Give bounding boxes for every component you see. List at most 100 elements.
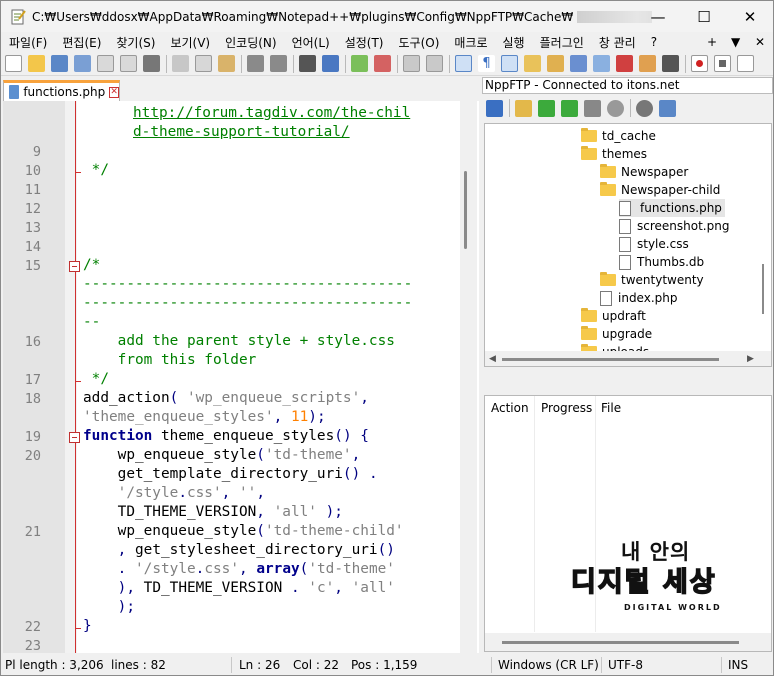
paste-icon[interactable] [218, 55, 235, 72]
replace-icon[interactable] [322, 55, 339, 72]
download-icon[interactable] [538, 99, 555, 117]
message-window-icon[interactable] [659, 99, 676, 117]
udl-icon[interactable] [524, 55, 541, 72]
menu-run[interactable]: 실행 [495, 34, 532, 51]
menu-macro[interactable]: 매크로 [446, 34, 494, 51]
open-directory-icon[interactable] [515, 99, 532, 117]
save-icon[interactable] [51, 55, 68, 72]
minimize-button[interactable]: — [635, 1, 681, 32]
status-length: Pl length : 3,206 [5, 658, 104, 672]
column-divider [534, 396, 535, 632]
open-file-icon[interactable] [28, 55, 45, 72]
code-line: add the parent style + style.css [83, 333, 395, 349]
status-encoding[interactable]: UTF-8 [608, 658, 643, 672]
menu-tools[interactable]: 도구(O) [391, 34, 447, 51]
tree-folder[interactable]: updraft [581, 307, 646, 325]
fold-end-marker [75, 381, 81, 382]
menu-help[interactable]: ? [643, 35, 664, 49]
menu-window[interactable]: 창 관리 [591, 34, 643, 51]
tab-close-icon[interactable]: ✕ [109, 86, 119, 98]
sync-horizontal-icon[interactable] [426, 55, 443, 72]
new-tab-plus-button[interactable]: + [707, 32, 717, 52]
tree-file[interactable]: Thumbs.db [619, 253, 704, 271]
save-all-icon[interactable] [74, 55, 91, 72]
tree-file[interactable]: functions.php [619, 199, 725, 217]
folder-workspace-icon[interactable] [593, 55, 610, 72]
menu-edit[interactable]: 편집(E) [54, 34, 108, 51]
close-document-button[interactable]: ✕ [755, 32, 765, 52]
fold-toggle-icon[interactable] [69, 432, 80, 443]
tree-file[interactable]: index.php [600, 289, 677, 307]
find-icon[interactable] [299, 55, 316, 72]
editor-vertical-scrollbar[interactable] [460, 101, 477, 653]
tree-scroll-thumb[interactable] [502, 358, 719, 361]
fold-toggle-icon[interactable] [69, 261, 80, 272]
tree-folder[interactable]: td_cache [581, 127, 656, 145]
abort-icon[interactable] [607, 99, 624, 117]
status-insert-mode[interactable]: INS [728, 658, 748, 672]
menu-encoding[interactable]: 인코딩(N) [217, 34, 283, 51]
queue-horizontal-scrollbar[interactable] [485, 633, 771, 651]
refresh-icon[interactable] [584, 99, 601, 117]
doc-list-icon[interactable] [639, 55, 656, 72]
close-all-icon[interactable] [120, 55, 137, 72]
tab-functions-php[interactable]: functions.php ✕ [3, 80, 120, 101]
settings-gear-icon[interactable] [636, 99, 653, 117]
eye-icon[interactable] [662, 55, 679, 72]
queue-header-file[interactable]: File [601, 401, 621, 415]
close-button[interactable]: ✕ [727, 1, 773, 32]
zoom-in-icon[interactable] [351, 55, 368, 72]
copy-icon[interactable] [195, 55, 212, 72]
menu-language[interactable]: 언어(L) [284, 34, 337, 51]
menu-file[interactable]: 파일(F) [1, 34, 54, 51]
tree-folder[interactable]: Newspaper [600, 163, 688, 181]
monitoring-icon[interactable] [616, 55, 633, 72]
tree-node-label: index.php [618, 291, 678, 305]
menu-settings[interactable]: 설정(T) [337, 34, 391, 51]
tree-vertical-scroll-thumb[interactable] [762, 264, 764, 314]
tree-folder[interactable]: upgrade [581, 325, 652, 343]
tree-file[interactable]: style.css [619, 235, 689, 253]
scroll-left-icon[interactable]: ◀ [489, 354, 496, 364]
tree-file[interactable]: screenshot.png [619, 217, 729, 235]
tree-horizontal-scrollbar[interactable]: ◀ ▶ [485, 351, 771, 366]
queue-header-progress[interactable]: Progress [541, 401, 592, 415]
record-macro-icon[interactable] [691, 55, 708, 72]
tree-node-label: functions.php [640, 201, 722, 215]
new-file-icon[interactable] [5, 55, 22, 72]
stop-macro-icon[interactable] [714, 55, 731, 72]
tree-node-label: Newspaper [621, 165, 689, 179]
connect-icon[interactable] [486, 99, 503, 117]
word-wrap-icon[interactable] [455, 55, 472, 72]
play-macro-icon[interactable] [737, 55, 754, 72]
undo-icon[interactable] [247, 55, 264, 72]
function-list-icon[interactable] [570, 55, 587, 72]
code-editor[interactable]: http://forum.tagdiv.com/the-chil d-theme-… [3, 101, 479, 653]
print-icon[interactable] [143, 55, 160, 72]
redo-icon[interactable] [270, 55, 287, 72]
sync-vertical-icon[interactable] [403, 55, 420, 72]
tree-folder[interactable]: Newspaper-child [600, 181, 720, 199]
code-line: -- [83, 314, 101, 330]
tree-folder[interactable]: themes [581, 145, 647, 163]
menu-search[interactable]: 찾기(S) [108, 34, 162, 51]
upload-icon[interactable] [561, 99, 578, 117]
cut-icon[interactable] [172, 55, 189, 72]
tree-node-label: upgrade [602, 327, 653, 341]
indent-guide-icon[interactable] [501, 55, 518, 72]
scroll-right-icon[interactable]: ▶ [747, 354, 754, 364]
tree-folder[interactable]: twentytwenty [600, 271, 704, 289]
zoom-out-icon[interactable] [374, 55, 391, 72]
queue-scroll-thumb[interactable] [502, 641, 739, 644]
menu-view[interactable]: 보기(V) [162, 34, 217, 51]
tab-list-dropdown[interactable]: ▼ [731, 32, 740, 52]
doc-map-icon[interactable] [547, 55, 564, 72]
editor-scroll-thumb[interactable] [464, 171, 467, 249]
status-eol[interactable]: Windows (CR LF) [498, 658, 599, 672]
show-all-characters-icon[interactable]: ¶ [478, 55, 495, 72]
menu-plugins[interactable]: 플러그인 [532, 34, 591, 51]
close-file-icon[interactable] [97, 55, 114, 72]
code-line: . '/style.css', array('td-theme' [117, 561, 395, 577]
maximize-button[interactable]: ☐ [681, 1, 727, 32]
queue-header-action[interactable]: Action [491, 401, 529, 415]
